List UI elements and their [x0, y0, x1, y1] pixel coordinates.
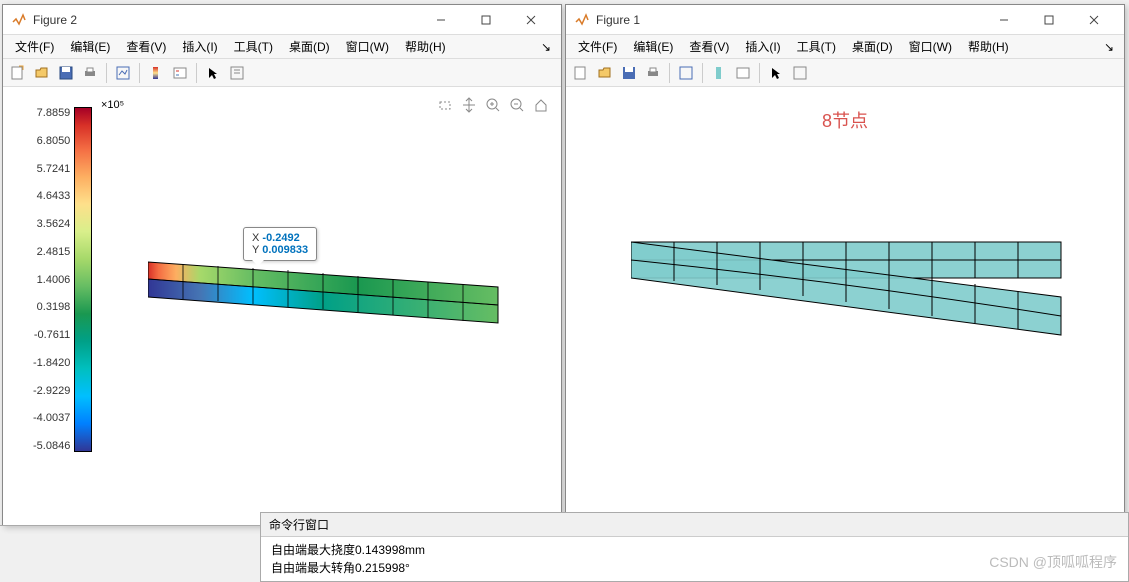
tick-label: -0.7611 — [33, 329, 70, 341]
brush-icon[interactable] — [435, 95, 455, 115]
axes-toolbar — [435, 95, 551, 115]
figure-2-toolbar — [3, 59, 561, 87]
save-icon[interactable] — [618, 62, 640, 84]
tick-label: 7.8859 — [33, 107, 70, 119]
open-icon[interactable] — [31, 62, 53, 84]
menu-tools[interactable]: 工具(T) — [226, 36, 281, 57]
watermark: CSDN @顶呱呱程序 — [989, 552, 1117, 572]
stress-contour-plot — [148, 257, 508, 327]
tick-label: 4.6433 — [33, 190, 70, 202]
menu-insert[interactable]: 插入(I) — [174, 36, 225, 57]
menu-help[interactable]: 帮助(H) — [397, 36, 454, 57]
figure-1-titlebar: Figure 1 — [566, 5, 1124, 35]
edit-plot-icon[interactable] — [226, 62, 248, 84]
figure-2-axes[interactable]: ×10⁵ 7.8859 6.8050 5.7241 4.6433 3.5624 … — [3, 87, 561, 525]
menu-file[interactable]: 文件(F) — [7, 36, 62, 57]
zoom-out-icon[interactable] — [507, 95, 527, 115]
tick-label: -5.0846 — [33, 440, 70, 452]
save-icon[interactable] — [55, 62, 77, 84]
figure-1-menubar: 文件(F) 编辑(E) 查看(V) 插入(I) 工具(T) 桌面(D) 窗口(W… — [566, 35, 1124, 59]
home-icon[interactable] — [531, 95, 551, 115]
tick-label: -2.9229 — [33, 385, 70, 397]
menu-desktop[interactable]: 桌面(D) — [281, 36, 338, 57]
colorbar-exponent: ×10⁵ — [101, 99, 124, 111]
menu-overflow-icon[interactable]: ↘ — [535, 40, 557, 54]
tick-label: 1.4006 — [33, 274, 70, 286]
menu-edit[interactable]: 编辑(E) — [625, 36, 681, 57]
figure-1-toolbar — [566, 59, 1124, 87]
insert-colorbar-icon[interactable] — [708, 62, 730, 84]
separator — [196, 63, 197, 83]
figure-1-title: Figure 1 — [596, 13, 981, 27]
figure-1-axes[interactable]: 8节点 — [566, 87, 1124, 525]
menu-window[interactable]: 窗口(W) — [338, 36, 397, 57]
insert-colorbar-icon[interactable] — [145, 62, 167, 84]
pointer-icon[interactable] — [765, 62, 787, 84]
window-controls — [981, 6, 1116, 34]
minimize-button[interactable] — [418, 6, 463, 34]
figure-1-window: Figure 1 文件(F) 编辑(E) 查看(V) 插入(I) 工具(T) 桌… — [565, 4, 1125, 526]
zoom-in-icon[interactable] — [483, 95, 503, 115]
tick-label: 0.3198 — [33, 301, 70, 313]
tick-label: -4.0037 — [33, 412, 70, 424]
matlab-icon — [574, 12, 590, 28]
close-button[interactable] — [508, 6, 553, 34]
figure-2-titlebar: Figure 2 — [3, 5, 561, 35]
data-tip[interactable]: X -0.2492 Y 0.009833 — [243, 227, 317, 261]
pointer-icon[interactable] — [202, 62, 224, 84]
tick-label: 6.8050 — [33, 135, 70, 147]
minimize-button[interactable] — [981, 6, 1026, 34]
menu-overflow-icon[interactable]: ↘ — [1098, 40, 1120, 54]
menu-view[interactable]: 查看(V) — [118, 36, 174, 57]
menu-desktop[interactable]: 桌面(D) — [844, 36, 901, 57]
colorbar-ticks: 7.8859 6.8050 5.7241 4.6433 3.5624 2.481… — [33, 107, 74, 452]
figure-2-menubar: 文件(F) 编辑(E) 查看(V) 插入(I) 工具(T) 桌面(D) 窗口(W… — [3, 35, 561, 59]
panel-border — [0, 525, 260, 526]
open-icon[interactable] — [594, 62, 616, 84]
separator — [759, 63, 760, 83]
close-button[interactable] — [1071, 6, 1116, 34]
menu-view[interactable]: 查看(V) — [681, 36, 737, 57]
command-window-title: 命令行窗口 — [261, 513, 1128, 537]
new-figure-icon[interactable] — [570, 62, 592, 84]
tick-label: 2.4815 — [33, 246, 70, 258]
colorbar-gradient — [74, 107, 92, 452]
datatip-x: X -0.2492 — [252, 232, 308, 244]
menu-file[interactable]: 文件(F) — [570, 36, 625, 57]
datatip-y: Y 0.009833 — [252, 244, 308, 256]
menu-window[interactable]: 窗口(W) — [901, 36, 960, 57]
maximize-button[interactable] — [463, 6, 508, 34]
insert-legend-icon[interactable] — [169, 62, 191, 84]
tick-label: 5.7241 — [33, 163, 70, 175]
menu-edit[interactable]: 编辑(E) — [62, 36, 118, 57]
edit-plot-icon[interactable] — [789, 62, 811, 84]
colorbar: ×10⁵ 7.8859 6.8050 5.7241 4.6433 3.5624 … — [33, 107, 92, 452]
insert-legend-icon[interactable] — [732, 62, 754, 84]
menu-tools[interactable]: 工具(T) — [789, 36, 844, 57]
mesh-deformation-plot — [631, 237, 1071, 357]
tick-label: -1.8420 — [33, 357, 70, 369]
pan-icon[interactable] — [459, 95, 479, 115]
figure-2-window: Figure 2 文件(F) 编辑(E) 查看(V) 插入(I) 工具(T) 桌… — [2, 4, 562, 526]
link-plot-icon[interactable] — [112, 62, 134, 84]
separator — [106, 63, 107, 83]
matlab-icon — [11, 12, 27, 28]
separator — [139, 63, 140, 83]
tick-label: 3.5624 — [33, 218, 70, 230]
separator — [702, 63, 703, 83]
separator — [669, 63, 670, 83]
link-plot-icon[interactable] — [675, 62, 697, 84]
figure-2-title: Figure 2 — [33, 13, 418, 27]
maximize-button[interactable] — [1026, 6, 1071, 34]
plot-title: 8节点 — [822, 107, 868, 133]
window-controls — [418, 6, 553, 34]
menu-insert[interactable]: 插入(I) — [737, 36, 788, 57]
menu-help[interactable]: 帮助(H) — [960, 36, 1017, 57]
new-figure-icon[interactable] — [7, 62, 29, 84]
print-icon[interactable] — [79, 62, 101, 84]
print-icon[interactable] — [642, 62, 664, 84]
